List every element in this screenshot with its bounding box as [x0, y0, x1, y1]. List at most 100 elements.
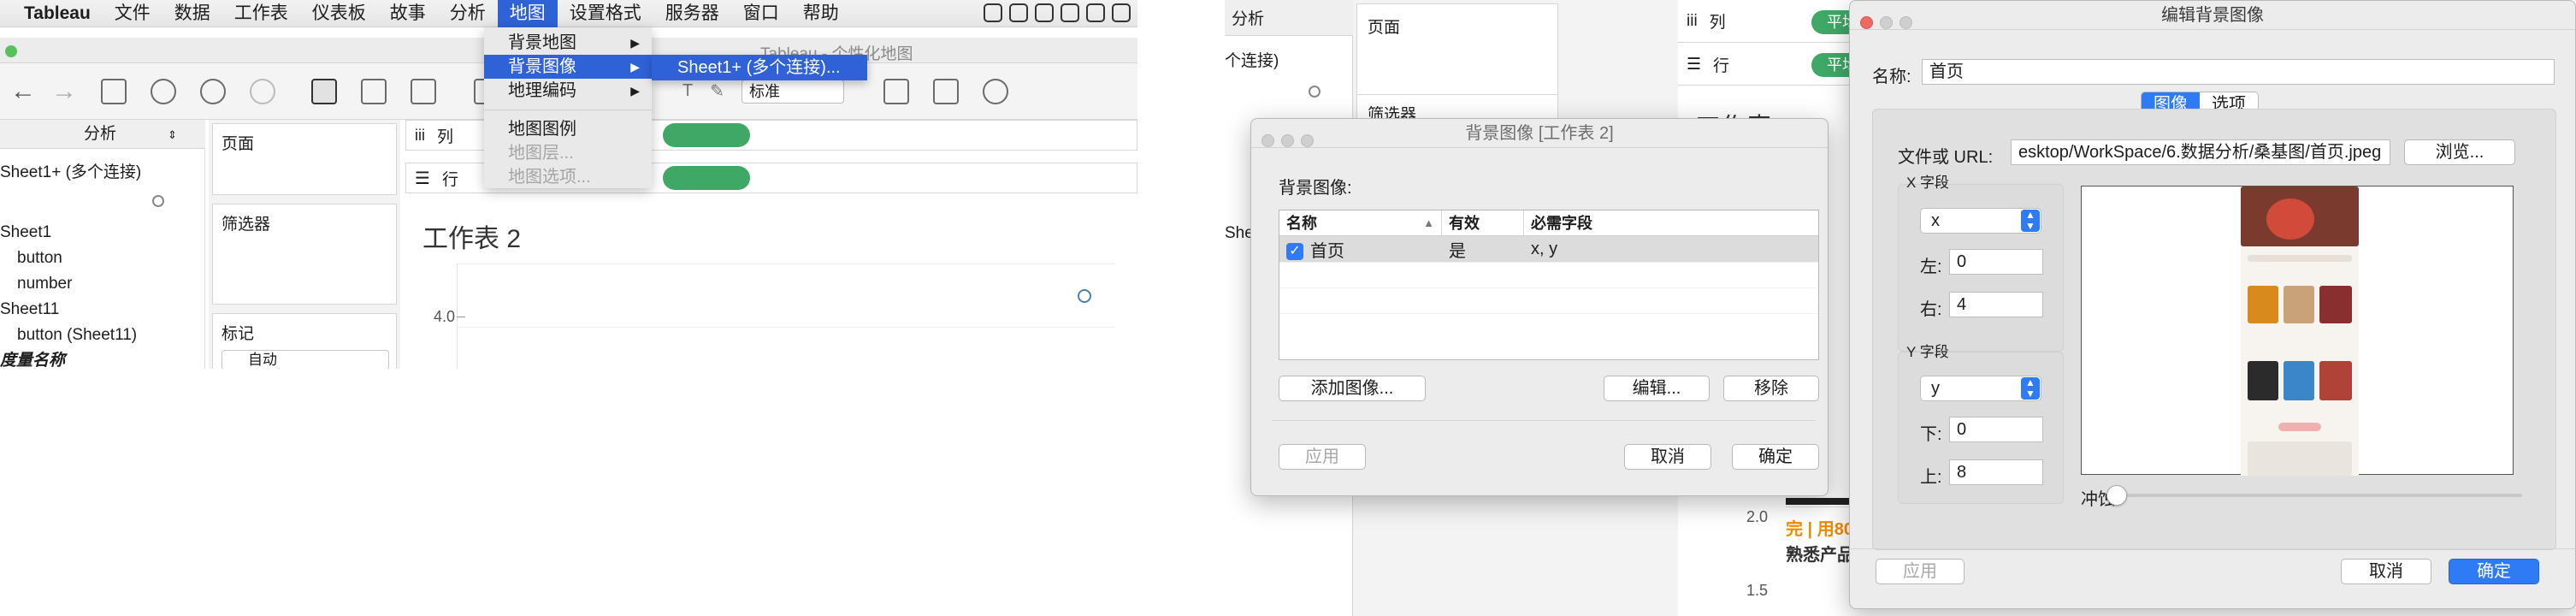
- submenu-item-sheet1-connection[interactable]: Sheet1+ (多个连接)...: [652, 55, 867, 80]
- bottom-input[interactable]: 0: [1949, 417, 2043, 442]
- zoom-icon[interactable]: [1900, 16, 1912, 29]
- table-sheet1[interactable]: Sheet1: [0, 219, 51, 246]
- submenu-arrow-icon: ▶: [630, 36, 640, 50]
- refresh-icon[interactable]: [250, 78, 275, 104]
- cards-area: 页面 筛选器 标记 自动: [209, 120, 400, 369]
- menu-analysis[interactable]: 分析: [438, 0, 498, 27]
- column-header-fields[interactable]: 必需字段: [1524, 210, 1818, 235]
- field-button-sheet11[interactable]: button (Sheet11): [17, 322, 137, 349]
- marks-type-dropdown[interactable]: 自动: [222, 350, 389, 369]
- field-measure-names[interactable]: 度量名称: [0, 347, 65, 369]
- chevron-updown-icon: ⇕: [168, 128, 177, 141]
- close-icon[interactable]: [1860, 16, 1873, 29]
- back-icon[interactable]: ←: [10, 77, 36, 106]
- menu-worksheet[interactable]: 工作表: [222, 0, 300, 27]
- menu-item-map-layers: 地图层...: [484, 141, 652, 165]
- connection-label[interactable]: 个连接): [1225, 48, 1279, 71]
- menu-item-map-legend[interactable]: 地图图例: [484, 117, 652, 141]
- show-me-icon[interactable]: [883, 78, 909, 104]
- preview-text: [2248, 255, 2352, 262]
- pages-card[interactable]: 页面: [1356, 3, 1558, 98]
- table-sheet11[interactable]: Sheet11: [0, 296, 59, 323]
- left-input[interactable]: 0: [1949, 249, 2043, 275]
- tray-app-icon[interactable]: [1112, 3, 1131, 22]
- field-button[interactable]: button: [17, 245, 62, 272]
- ok-button[interactable]: 确定: [2449, 559, 2539, 584]
- checkbox-checked-icon[interactable]: ✓: [1286, 243, 1303, 261]
- new-datasource-icon[interactable]: [151, 78, 176, 104]
- menu-help[interactable]: 帮助: [791, 0, 851, 27]
- columns-pill[interactable]: [663, 123, 750, 147]
- search-icon[interactable]: [1285, 84, 1344, 103]
- menu-file[interactable]: 文件: [103, 0, 162, 27]
- menu-item-background-maps[interactable]: 背景地图 ▶: [484, 31, 652, 55]
- presentation-icon[interactable]: [932, 78, 959, 104]
- x-field-select[interactable]: x ▲ ▼: [1920, 208, 2041, 234]
- duplicate-sheet-icon[interactable]: [361, 78, 387, 104]
- data-point[interactable]: [1078, 289, 1091, 303]
- tray-app-icon[interactable]: [1086, 3, 1105, 22]
- minimize-icon[interactable]: [1281, 134, 1294, 147]
- tab-analysis[interactable]: 分析 ⇕: [0, 120, 205, 149]
- search-icon[interactable]: [128, 193, 180, 209]
- file-url-input[interactable]: esktop/WorkSpace/6.数据分析/桑基图/首页.jpeg: [2011, 139, 2390, 165]
- rows-pill[interactable]: [663, 166, 750, 190]
- menu-map[interactable]: 地图: [497, 0, 558, 27]
- ok-button[interactable]: 确定: [1732, 444, 1819, 470]
- y-field-select[interactable]: y ▲ ▼: [1920, 376, 2041, 401]
- label-icon[interactable]: T: [682, 81, 693, 101]
- connection-label[interactable]: Sheet1+ (多个连接): [0, 159, 141, 187]
- menu-data[interactable]: 数据: [162, 0, 222, 27]
- menu-server[interactable]: 服务器: [653, 0, 731, 27]
- apply-button: 应用: [1279, 444, 1366, 470]
- browse-button[interactable]: 浏览...: [2404, 139, 2515, 165]
- pin-icon[interactable]: ✎: [710, 80, 724, 102]
- filters-card-title: 筛选器: [222, 216, 271, 234]
- edit-button[interactable]: 编辑...: [1604, 376, 1710, 401]
- dialog-titlebar: 背景图像 [工作表 2]: [1251, 119, 1828, 148]
- table-row[interactable]: ✓ 首页 是 x, y: [1279, 236, 1818, 262]
- save-icon[interactable]: [101, 78, 127, 104]
- remove-button[interactable]: 移除: [1723, 376, 1819, 401]
- clear-sheet-icon[interactable]: [411, 78, 436, 104]
- forward-icon[interactable]: →: [51, 77, 77, 106]
- column-header-name[interactable]: 名称 ▲: [1279, 210, 1442, 235]
- cancel-button[interactable]: 取消: [2341, 559, 2431, 584]
- washout-slider-track[interactable]: [2117, 494, 2522, 497]
- menu-window[interactable]: 窗口: [731, 0, 791, 27]
- menu-item-background-images[interactable]: 背景图像 ▶: [484, 55, 652, 79]
- tray-app-icon[interactable]: [1009, 3, 1028, 22]
- pause-update-icon[interactable]: [200, 78, 226, 104]
- tray-app-icon[interactable]: [984, 3, 1002, 22]
- select-stepper-icon: ▲ ▼: [2021, 210, 2040, 232]
- cancel-button[interactable]: 取消: [1624, 444, 1711, 470]
- menu-app[interactable]: Tableau: [0, 0, 103, 27]
- washout-slider-knob[interactable]: [2106, 485, 2127, 506]
- column-header-label: 名称: [1286, 215, 1317, 232]
- column-header-valid[interactable]: 有效: [1442, 210, 1524, 235]
- top-input[interactable]: 8: [1949, 459, 2043, 485]
- menu-item-geocoding[interactable]: 地理编码 ▶: [484, 79, 652, 103]
- menu-story[interactable]: 故事: [378, 0, 438, 27]
- share-icon[interactable]: [982, 78, 1008, 104]
- divider: [1272, 420, 1816, 421]
- add-image-button[interactable]: 添加图像...: [1279, 376, 1426, 401]
- filters-card[interactable]: 筛选器: [212, 204, 397, 305]
- zoom-icon[interactable]: [1301, 134, 1314, 147]
- name-input[interactable]: 首页: [1922, 59, 2555, 85]
- tray-app-icon[interactable]: [1035, 3, 1054, 22]
- right-input[interactable]: 4: [1949, 292, 2043, 317]
- file-url-label: 文件或 URL:: [1898, 148, 1994, 167]
- field-number[interactable]: number: [17, 270, 72, 298]
- new-sheet-icon[interactable]: [311, 78, 337, 104]
- map-menu: 背景地图 ▶ 背景图像 ▶ 地理编码 ▶ 地图图例 地图层... 地图选项...: [484, 27, 652, 188]
- pages-card[interactable]: 页面: [212, 123, 397, 195]
- menu-dashboard[interactable]: 仪表板: [300, 0, 378, 27]
- tray-app-icon[interactable]: [1061, 3, 1079, 22]
- menu-format[interactable]: 设置格式: [558, 0, 653, 27]
- fit-dropdown[interactable]: 标准: [741, 79, 844, 104]
- close-icon[interactable]: [1261, 134, 1274, 147]
- tab-analysis[interactable]: 分析: [1225, 0, 1353, 36]
- minimize-icon[interactable]: [1880, 16, 1893, 29]
- zoom-window-icon[interactable]: [5, 45, 17, 57]
